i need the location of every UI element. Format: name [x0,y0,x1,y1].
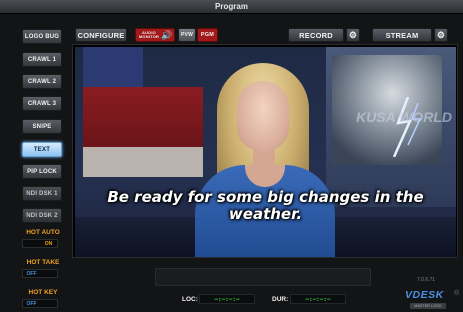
record-settings-button[interactable]: ⚙ [346,28,360,42]
video-image: KUSA WORLD Be ready for some big changes… [75,47,456,257]
audio-monitor-label: AUDIO MONITOR [138,29,160,39]
gear-icon: ⚙ [436,29,446,40]
vdesk-app: Program CONFIGURE AUDIO MONITOR 🔊 PVW PG… [0,0,463,312]
loc-timecode: —:—:—:— [199,294,255,304]
title-bar: Program [0,0,463,14]
stream-settings-button[interactable]: ⚙ [434,28,448,42]
caption-text: Be ready for some big changes in the wea… [107,188,424,223]
flag-decor [83,87,203,147]
stream-button[interactable]: STREAM [372,28,432,42]
gear-icon: ⚙ [348,29,358,40]
ndi-dsk-2-button[interactable]: NDI DSK 2 [22,208,62,223]
audio-monitor-button[interactable]: AUDIO MONITOR 🔊 [135,28,175,42]
crawl-2-button[interactable]: CRAWL 2 [22,74,62,89]
toggle-value: OFF [26,270,37,277]
ndi-dsk-1-button[interactable]: NDI DSK 1 [22,186,62,201]
anchor-face [237,81,289,151]
media-scrub-bar[interactable] [155,268,371,286]
toggle-on-side [40,300,57,307]
toggle-off-side [23,240,40,247]
vdesk-logo: VDESK [405,289,444,301]
pvw-button[interactable]: PVW [178,28,196,42]
record-button[interactable]: RECORD [288,28,344,42]
hot-auto-label: HOT AUTO [26,229,60,236]
configure-button[interactable]: CONFIGURE [75,28,127,42]
toggle-value: ON [44,240,53,247]
backdrop-text: KUSA WORLD [356,109,452,125]
window-title: Program [215,2,248,11]
hot-key-label: HOT KEY [28,289,58,296]
hot-take-label: HOT TAKE [26,259,60,266]
toggle-value: OFF [26,300,37,307]
speaker-icon: 🔊 [161,29,173,40]
version-text: 7.0.6.71 [417,277,436,283]
hot-auto-toggle[interactable]: ON [22,239,58,248]
loc-label: LOC: [182,296,198,303]
program-preview[interactable]: KUSA WORLD Be ready for some big changes… [72,44,458,258]
logo-bug-button[interactable]: LOGO BUG [22,29,62,44]
crawl-1-button[interactable]: CRAWL 1 [22,52,62,67]
lightning-icon [392,97,422,157]
snipe-button[interactable]: SNIPE [22,119,62,134]
hot-key-toggle[interactable]: OFF [22,299,58,308]
registered-mark: ® [454,290,460,297]
dur-timecode: —:—:—:— [290,294,346,304]
pgm-button[interactable]: PGM [197,28,218,42]
dur-label: DUR: [272,296,289,303]
toggle-on-side [40,270,57,277]
edition-badge: MASTER LOOK [410,303,446,309]
flag-decor [83,147,203,177]
pip-lock-button[interactable]: PIP LOCK [22,164,62,179]
hot-take-toggle[interactable]: OFF [22,269,58,278]
crawl-3-button[interactable]: CRAWL 3 [22,96,62,111]
text-button[interactable]: TEXT [22,142,62,157]
